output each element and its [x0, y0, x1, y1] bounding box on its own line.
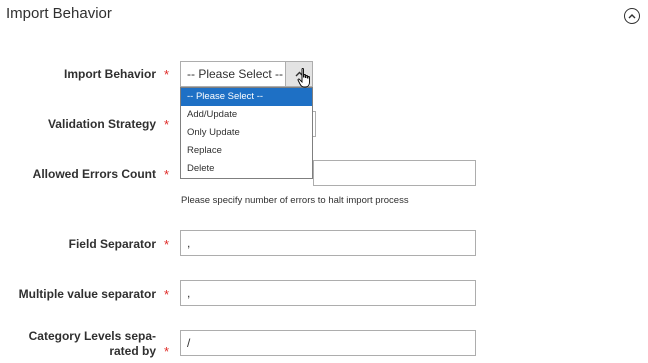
- field-separator-input[interactable]: ,: [180, 230, 476, 256]
- validation-strategy-label: Validation Strategy: [47, 117, 156, 131]
- required-mark: *: [164, 167, 170, 182]
- required-mark: *: [164, 237, 170, 252]
- required-mark: *: [164, 67, 170, 82]
- section-title: Import Behavior: [6, 5, 112, 22]
- import-behavior-label: Import Behavior: [63, 67, 156, 81]
- chevron-up-circle-icon[interactable]: [624, 8, 640, 24]
- allowed-errors-input[interactable]: [313, 160, 476, 186]
- required-mark: *: [164, 117, 170, 132]
- hand-cursor-icon: [297, 68, 310, 88]
- option-delete[interactable]: Delete: [181, 160, 312, 178]
- category-levels-input[interactable]: /: [180, 330, 476, 356]
- option-only-update[interactable]: Only Update: [181, 124, 312, 142]
- category-levels-label-line2: rated by: [109, 344, 156, 358]
- import-behavior-select[interactable]: -- Please Select --: [180, 61, 313, 87]
- category-levels-label: Category Levels sepa- rated by: [29, 329, 156, 359]
- option-replace[interactable]: Replace: [181, 142, 312, 160]
- multiple-value-separator-input[interactable]: ,: [180, 280, 476, 306]
- required-mark: *: [164, 344, 170, 359]
- select-value: -- Please Select --: [187, 67, 284, 81]
- category-levels-label-line1: Category Levels sepa-: [28, 329, 156, 343]
- multiple-value-separator-label: Multiple value separator: [18, 287, 156, 301]
- field-separator-label: Field Separator: [68, 237, 156, 251]
- option-please-select[interactable]: -- Please Select --: [181, 88, 312, 106]
- import-behavior-dropdown: -- Please Select -- Add/Update Only Upda…: [180, 87, 313, 179]
- required-mark: *: [164, 287, 170, 302]
- allowed-errors-note: Please specify number of errors to halt …: [181, 195, 409, 206]
- option-add-update[interactable]: Add/Update: [181, 106, 312, 124]
- allowed-errors-label: Allowed Errors Count: [32, 167, 156, 181]
